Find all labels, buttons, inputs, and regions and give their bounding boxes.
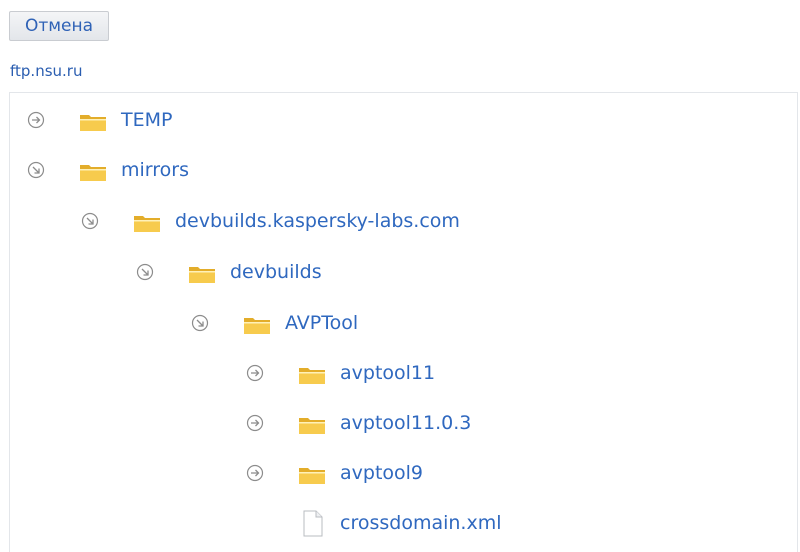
expand-arrow-icon[interactable]	[246, 414, 264, 432]
tree-item-label[interactable]: devbuilds.kaspersky-labs.com	[175, 210, 460, 232]
collapse-arrow-icon[interactable]	[81, 212, 99, 230]
file-icon	[303, 510, 323, 537]
folder-icon	[189, 267, 215, 283]
expand-arrow-icon[interactable]	[246, 464, 264, 482]
folder-icon	[299, 418, 325, 434]
tree-item-label[interactable]: avptool11	[340, 362, 435, 384]
folder-icon	[80, 115, 106, 131]
folder-icon	[80, 165, 106, 181]
expand-arrow-icon[interactable]	[27, 111, 45, 129]
file-tree: TEMP mirrors devbuilds.kaspersky-labs.co…	[9, 92, 798, 552]
folder-icon	[299, 468, 325, 484]
tree-item-label[interactable]: devbuilds	[230, 261, 322, 283]
folder-icon	[299, 368, 325, 384]
expand-arrow-icon[interactable]	[246, 364, 264, 382]
folder-icon	[134, 216, 160, 232]
tree-item-label[interactable]: avptool9	[340, 462, 423, 484]
host-link[interactable]: ftp.nsu.ru	[10, 62, 82, 80]
folder-icon	[244, 318, 270, 334]
collapse-arrow-icon[interactable]	[27, 161, 45, 179]
tree-item-label[interactable]: avptool11.0.3	[340, 412, 471, 434]
cancel-button[interactable]: Отмена	[9, 11, 109, 41]
tree-item-label[interactable]: mirrors	[121, 159, 189, 181]
tree-item-label[interactable]: crossdomain.xml	[340, 512, 502, 534]
collapse-arrow-icon[interactable]	[191, 314, 209, 332]
tree-item-label[interactable]: TEMP	[121, 109, 172, 131]
collapse-arrow-icon[interactable]	[136, 263, 154, 281]
tree-item-label[interactable]: AVPTool	[285, 312, 358, 334]
